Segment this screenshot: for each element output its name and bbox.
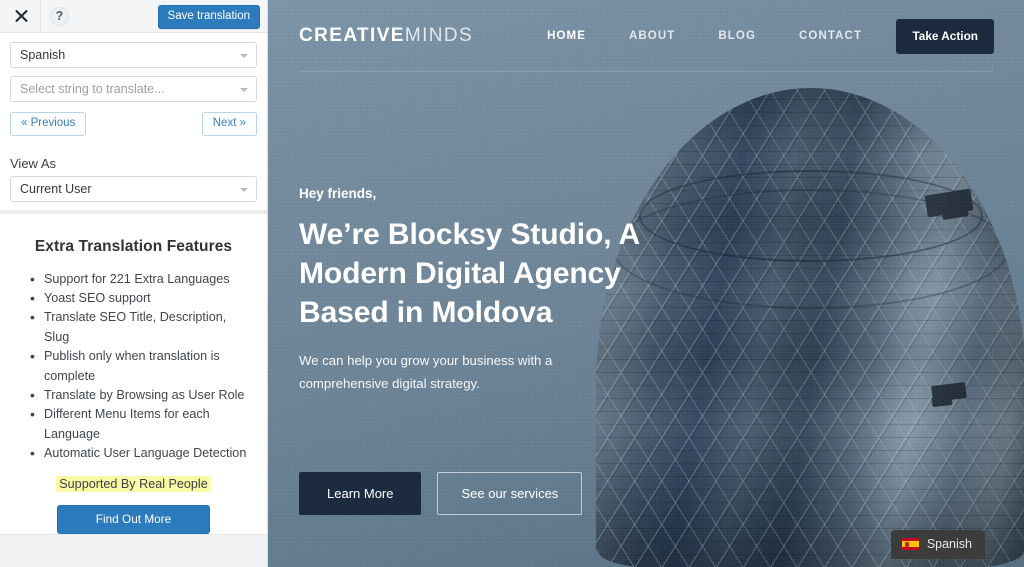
list-item: Translate by Browsing as User Role: [30, 385, 251, 407]
sidebar-form: Spanish Select string to translate...: [0, 33, 267, 110]
site-preview: CREATIVEMINDS HOME ABOUT BLOG CONTACT Ta…: [268, 0, 1024, 567]
take-action-button[interactable]: Take Action: [896, 18, 994, 54]
save-translation-button[interactable]: Save translation: [157, 5, 260, 29]
spain-flag-icon: [901, 538, 919, 550]
view-as-label: View As: [10, 155, 57, 171]
site-nav: HOME ABOUT BLOG CONTACT: [547, 30, 862, 42]
string-select-placeholder: Select string to translate...: [20, 82, 165, 96]
hero-actions: Learn More See our services: [299, 472, 583, 515]
nav-item-blog[interactable]: BLOG: [718, 30, 756, 42]
topbar-divider: [40, 0, 41, 33]
list-item: Translate SEO Title, Description, Slug: [30, 307, 251, 347]
hero-content: Hey friends, We’re Blocksy Studio, A Mod…: [299, 186, 639, 395]
promo-panel: Extra Translation Features Support for 2…: [0, 213, 267, 534]
find-out-more-button[interactable]: Find Out More: [57, 504, 210, 534]
next-button[interactable]: Next »: [201, 112, 257, 136]
chevron-down-icon: [240, 54, 248, 58]
list-item: Automatic User Language Detection: [30, 443, 251, 465]
promo-feature-list: Support for 221 Extra Languages Yoast SE…: [16, 269, 251, 466]
list-item: Different Menu Items for each Language: [30, 404, 251, 444]
site-header: CREATIVEMINDS HOME ABOUT BLOG CONTACT Ta…: [268, 0, 1024, 72]
view-as-field: Current User: [0, 175, 267, 210]
language-select-value: Spanish: [20, 48, 66, 62]
nav-item-contact[interactable]: CONTACT: [799, 30, 862, 42]
string-pagination: « Previous Next »: [0, 112, 267, 136]
hero-eyebrow: Hey friends,: [299, 186, 377, 201]
screen-root: ? Save translation Spanish Select string…: [0, 0, 1024, 567]
logo-light: MINDS: [404, 25, 474, 46]
close-icon[interactable]: [10, 5, 32, 27]
language-select[interactable]: Spanish: [10, 42, 257, 68]
promo-title: Extra Translation Features: [34, 237, 233, 255]
nav-item-home[interactable]: HOME: [547, 30, 586, 42]
view-as-select[interactable]: Current User: [10, 175, 257, 202]
sidebar-footer: [0, 533, 267, 567]
list-item: Publish only when translation is complet…: [30, 346, 251, 386]
help-circle-icon[interactable]: ?: [50, 6, 69, 26]
translation-sidebar: ? Save translation Spanish Select string…: [0, 0, 268, 567]
promo-highlight: Supported By Real People: [56, 475, 211, 492]
hero-subtitle: We can help you grow your business with …: [299, 353, 553, 391]
nav-item-about[interactable]: ABOUT: [629, 30, 675, 42]
list-item: Yoast SEO support: [30, 288, 251, 310]
view-as-value: Current User: [20, 181, 92, 196]
language-badge-label: Spanish: [926, 537, 972, 551]
logo-bold: CREATIVE: [299, 25, 405, 46]
string-select[interactable]: Select string to translate...: [10, 76, 257, 102]
chevron-down-icon: [240, 187, 248, 192]
see-our-services-button[interactable]: See our services: [437, 472, 583, 515]
language-switcher-badge[interactable]: Spanish: [890, 530, 985, 559]
chevron-down-icon: [240, 88, 248, 92]
previous-button[interactable]: « Previous: [10, 112, 87, 136]
learn-more-button[interactable]: Learn More: [299, 472, 422, 515]
promo-highlight-wrapper: Supported By Real People: [16, 475, 251, 493]
hero-title: We’re Blocksy Studio, A Modern Digital A…: [299, 218, 640, 329]
site-logo[interactable]: CREATIVEMINDS: [299, 25, 473, 47]
sidebar-topbar: ? Save translation: [0, 0, 267, 33]
list-item: Support for 221 Extra Languages: [30, 269, 251, 291]
